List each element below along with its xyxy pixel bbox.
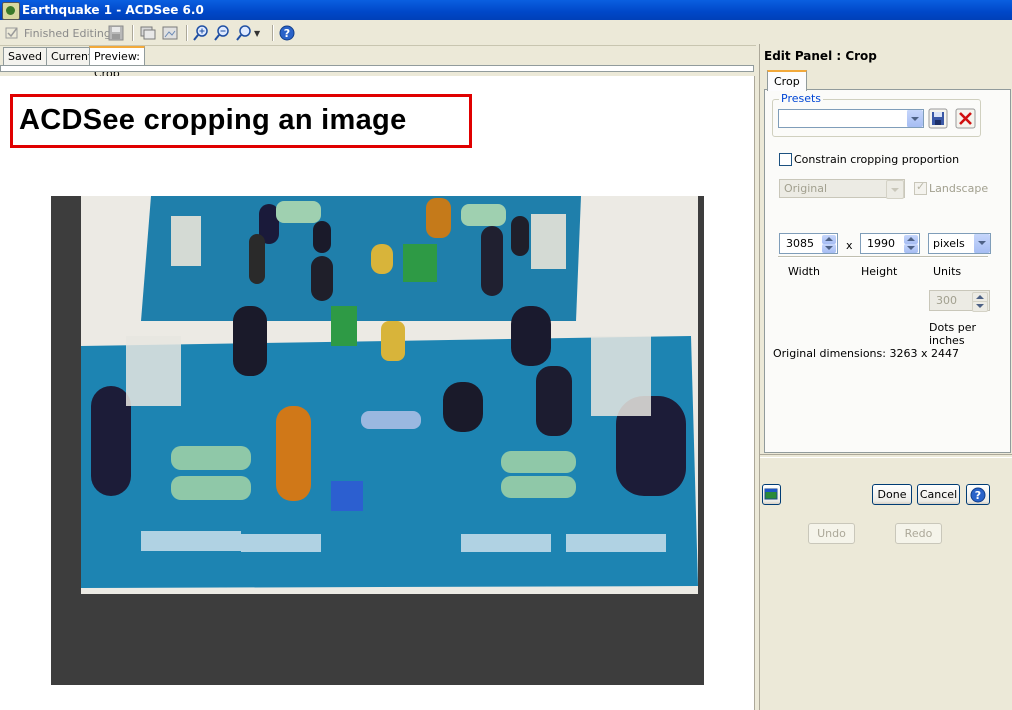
- chevron-down-icon: [973, 234, 990, 253]
- save-preset-button[interactable]: [928, 108, 948, 129]
- toolbar-separator: [132, 25, 134, 41]
- svg-text:?: ?: [975, 489, 981, 502]
- title-bar: Earthquake 1 - ACDSee 6.0: [0, 0, 1012, 20]
- edit-panel-title: Edit Panel : Crop: [764, 49, 877, 63]
- help-button[interactable]: ?: [279, 24, 295, 42]
- width-value: 3085: [786, 237, 814, 250]
- help-button[interactable]: ?: [966, 484, 990, 505]
- close-icon: [955, 108, 976, 129]
- tab-preview-crop[interactable]: Preview: Crop: [89, 46, 145, 80]
- tab-strip-border: [0, 65, 754, 72]
- done-button[interactable]: Done: [872, 484, 912, 505]
- times-sign: x: [846, 239, 853, 252]
- window-title: Earthquake 1 - ACDSee 6.0: [22, 3, 204, 17]
- photo-image[interactable]: [51, 196, 704, 685]
- units-value: pixels: [933, 237, 965, 250]
- image-list-icon: [140, 25, 156, 41]
- image-button[interactable]: [162, 24, 178, 42]
- dpi-value: 300: [936, 294, 957, 307]
- save-button[interactable]: [108, 24, 124, 42]
- finished-editing-label: Finished Editing: [24, 26, 111, 40]
- crop-selection[interactable]: [81, 196, 698, 594]
- zoom-in-button[interactable]: [193, 24, 209, 42]
- units-dropdown[interactable]: pixels: [928, 233, 991, 254]
- dpi-label: Dots per inches: [929, 321, 977, 347]
- spin-up-icon[interactable]: [822, 235, 836, 244]
- spin-down-icon[interactable]: [972, 301, 988, 312]
- height-label: Height: [861, 265, 898, 278]
- delete-preset-button[interactable]: [955, 108, 976, 129]
- window-icon: [764, 488, 778, 500]
- zoom-out-button[interactable]: [214, 24, 230, 42]
- proportion-value: Original: [784, 182, 828, 195]
- toolbar-separator: [186, 25, 188, 41]
- tab-saved[interactable]: Saved: [3, 47, 47, 65]
- original-dimensions: Original dimensions: 3263 x 2447: [773, 347, 959, 360]
- spin-up-icon[interactable]: [904, 235, 918, 244]
- fullscreen-button[interactable]: [762, 484, 781, 505]
- chevron-down-icon: [886, 180, 904, 199]
- save-icon: [108, 25, 124, 41]
- help-icon: ?: [970, 487, 986, 503]
- divider: [778, 256, 988, 258]
- zoom-menu-button[interactable]: ▼: [236, 24, 260, 42]
- zoom-out-icon: [214, 25, 230, 41]
- height-input[interactable]: 1990: [860, 233, 920, 254]
- help-icon: ?: [279, 25, 295, 41]
- tab-crop[interactable]: Crop: [767, 70, 807, 91]
- width-label: Width: [788, 265, 820, 278]
- spin-down-icon[interactable]: [904, 244, 918, 253]
- landscape-checkbox[interactable]: [914, 180, 927, 195]
- chevron-down-icon: ▼: [254, 28, 261, 38]
- spin-down-icon[interactable]: [822, 244, 836, 253]
- crop-settings: Presets Constrain cropping proportion Or…: [764, 89, 1011, 453]
- toolbar-separator: [272, 25, 274, 41]
- divider: [760, 454, 1012, 458]
- chevron-down-icon: [906, 110, 923, 127]
- width-input[interactable]: 3085: [779, 233, 838, 254]
- finished-editing-button[interactable]: Finished Editing: [4, 24, 111, 42]
- height-value: 1990: [867, 237, 895, 250]
- landscape-label: Landscape: [929, 182, 989, 195]
- save-icon: [928, 108, 948, 129]
- constrain-label: Constrain cropping proportion: [794, 153, 960, 166]
- circuit-board-image: [81, 196, 698, 594]
- units-label: Units: [933, 265, 962, 278]
- cancel-button[interactable]: Cancel: [917, 484, 960, 505]
- undo-button[interactable]: Undo: [808, 523, 855, 544]
- presets-dropdown[interactable]: [778, 109, 924, 128]
- dpi-input[interactable]: 300: [929, 290, 990, 312]
- zoom-icon: [236, 25, 252, 41]
- presets-label: Presets: [779, 92, 824, 105]
- annotation-text: ACDSee cropping an image: [19, 104, 407, 136]
- batch-button[interactable]: [140, 24, 156, 42]
- proportion-dropdown[interactable]: Original: [779, 179, 905, 199]
- edit-panel: Edit Panel : Crop Crop Presets Constrain…: [759, 44, 1012, 710]
- finished-editing-icon: [4, 25, 20, 41]
- zoom-in-icon: [193, 25, 209, 41]
- toolbar: Finished Editing ▼ ?: [0, 21, 756, 46]
- app-icon[interactable]: [2, 2, 20, 20]
- svg-text:?: ?: [284, 27, 290, 40]
- image-edit-icon: [162, 25, 178, 41]
- redo-button[interactable]: Redo: [895, 523, 942, 544]
- constrain-checkbox[interactable]: [779, 153, 792, 166]
- annotation-box: ACDSee cropping an image: [10, 94, 472, 148]
